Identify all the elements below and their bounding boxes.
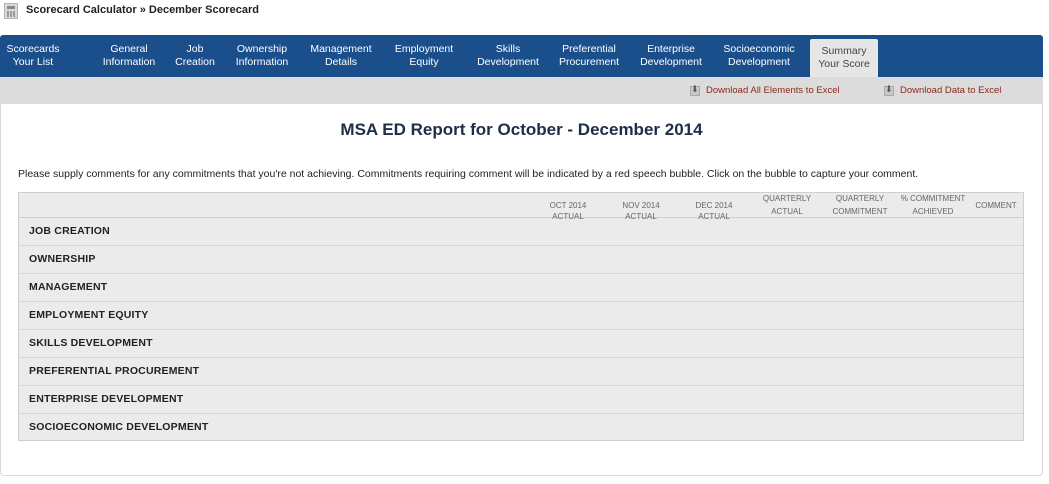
tab-line2: Details bbox=[324, 56, 358, 68]
tab-line1: Enterprise bbox=[647, 43, 695, 55]
tab-management-details[interactable]: Management Details bbox=[302, 35, 380, 77]
table-row-enterprise-development[interactable]: ENTERPRISE DEVELOPMENT bbox=[19, 385, 1023, 414]
tab-summary[interactable]: Summary Your Score bbox=[810, 39, 878, 77]
tab-line1: Socioeconomic bbox=[723, 43, 795, 55]
header-quarterly-commitment: QUARTERLY COMMITMENT bbox=[827, 193, 893, 217]
header-line: ACTUAL bbox=[771, 207, 803, 216]
instructions-text: Please supply comments for any commitmen… bbox=[18, 168, 919, 180]
breadcrumb: Scorecard Calculator » December Scorecar… bbox=[26, 4, 259, 16]
tab-line1: Management bbox=[310, 43, 372, 55]
tab-line1: Summary bbox=[821, 45, 867, 57]
toolbar: Download All Elements to Excel Download … bbox=[0, 77, 1043, 104]
tab-preferential-procurement[interactable]: Preferential Procurement bbox=[554, 35, 624, 77]
tab-skills-development[interactable]: Skills Development bbox=[472, 35, 544, 77]
header-comment: COMMENT bbox=[975, 201, 1017, 210]
download-data-link[interactable]: Download Data to Excel bbox=[884, 85, 1001, 96]
tab-line1: General bbox=[110, 43, 148, 55]
tab-general-information[interactable]: General Information bbox=[94, 35, 164, 77]
report-title: MSA ED Report for October - December 201… bbox=[340, 120, 703, 139]
tab-job-creation[interactable]: Job Creation bbox=[170, 35, 220, 77]
table-row-employment-equity[interactable]: EMPLOYMENT EQUITY bbox=[19, 301, 1023, 330]
tab-line2: Creation bbox=[175, 56, 215, 68]
table-row-skills-development[interactable]: SKILLS DEVELOPMENT bbox=[19, 329, 1023, 358]
tab-line2: Equity bbox=[409, 56, 439, 68]
row-label: MANAGEMENT bbox=[29, 281, 108, 293]
download-all-label: Download All Elements to Excel bbox=[706, 85, 840, 96]
tab-socioeconomic-development[interactable]: Socioeconomic Development bbox=[716, 35, 802, 77]
table-row-job-creation[interactable]: JOB CREATION bbox=[19, 217, 1023, 246]
header-pct-commitment-achieved: % COMMITMENT ACHIEVED bbox=[897, 193, 969, 217]
table-row-management[interactable]: MANAGEMENT bbox=[19, 273, 1023, 302]
tab-enterprise-development[interactable]: Enterprise Development bbox=[636, 35, 706, 77]
header-line: ACHIEVED bbox=[912, 207, 954, 216]
tab-line1: Preferential bbox=[562, 43, 616, 55]
header-quarterly-actual: QUARTERLY ACTUAL bbox=[757, 193, 817, 217]
download-data-label: Download Data to Excel bbox=[900, 85, 1002, 96]
tab-line2: Procurement bbox=[558, 56, 620, 68]
tab-line2: Development bbox=[640, 56, 702, 68]
download-icon bbox=[884, 85, 894, 96]
row-label: SKILLS DEVELOPMENT bbox=[29, 337, 153, 349]
title-bar: Scorecard Calculator » December Scorecar… bbox=[0, 0, 1049, 22]
table-header: OCT 2014 ACTUAL NOV 2014 ACTUAL DEC 2014… bbox=[19, 193, 1023, 221]
tab-line2: Your List bbox=[12, 56, 54, 68]
tab-line2: Development bbox=[477, 56, 539, 68]
row-label: JOB CREATION bbox=[29, 225, 110, 237]
tab-line2: Development bbox=[728, 56, 790, 68]
tab-scorecards[interactable]: Scorecards Your List bbox=[0, 35, 66, 77]
header-line: QUARTERLY bbox=[835, 194, 885, 203]
header-line: % COMMITMENT bbox=[900, 194, 966, 203]
tab-line2: Information bbox=[102, 56, 156, 68]
calculator-icon bbox=[4, 3, 18, 19]
tab-employment-equity[interactable]: Employment Equity bbox=[388, 35, 460, 77]
header-line: QUARTERLY bbox=[762, 194, 812, 203]
tab-line2: Information bbox=[235, 56, 289, 68]
header-line: COMMITMENT bbox=[832, 207, 888, 216]
tab-line1: Ownership bbox=[236, 43, 288, 55]
main-nav: Scorecards Your List General Information J… bbox=[0, 35, 1043, 77]
table-row-ownership[interactable]: OWNERSHIP bbox=[19, 245, 1023, 274]
row-label: SOCIOECONOMIC DEVELOPMENT bbox=[29, 421, 209, 433]
row-label: PREFERENTIAL PROCUREMENT bbox=[29, 365, 200, 377]
tab-line1: Scorecards bbox=[6, 43, 60, 55]
row-label: ENTERPRISE DEVELOPMENT bbox=[29, 393, 184, 405]
row-label: OWNERSHIP bbox=[29, 253, 96, 265]
tab-line2: Your Score bbox=[818, 58, 870, 70]
tab-line1: Job bbox=[186, 43, 204, 55]
table-row-preferential-procurement[interactable]: PREFERENTIAL PROCUREMENT bbox=[19, 357, 1023, 386]
table-row-socioeconomic-development[interactable]: SOCIOECONOMIC DEVELOPMENT bbox=[19, 413, 1023, 441]
tab-line1: Skills bbox=[495, 43, 521, 55]
report-table: OCT 2014 ACTUAL NOV 2014 ACTUAL DEC 2014… bbox=[18, 192, 1024, 441]
download-all-link[interactable]: Download All Elements to Excel bbox=[690, 85, 840, 96]
tab-ownership-information[interactable]: Ownership Information bbox=[228, 35, 296, 77]
download-icon bbox=[690, 85, 700, 96]
tab-line1: Employment bbox=[394, 43, 454, 55]
row-label: EMPLOYMENT EQUITY bbox=[29, 309, 149, 321]
